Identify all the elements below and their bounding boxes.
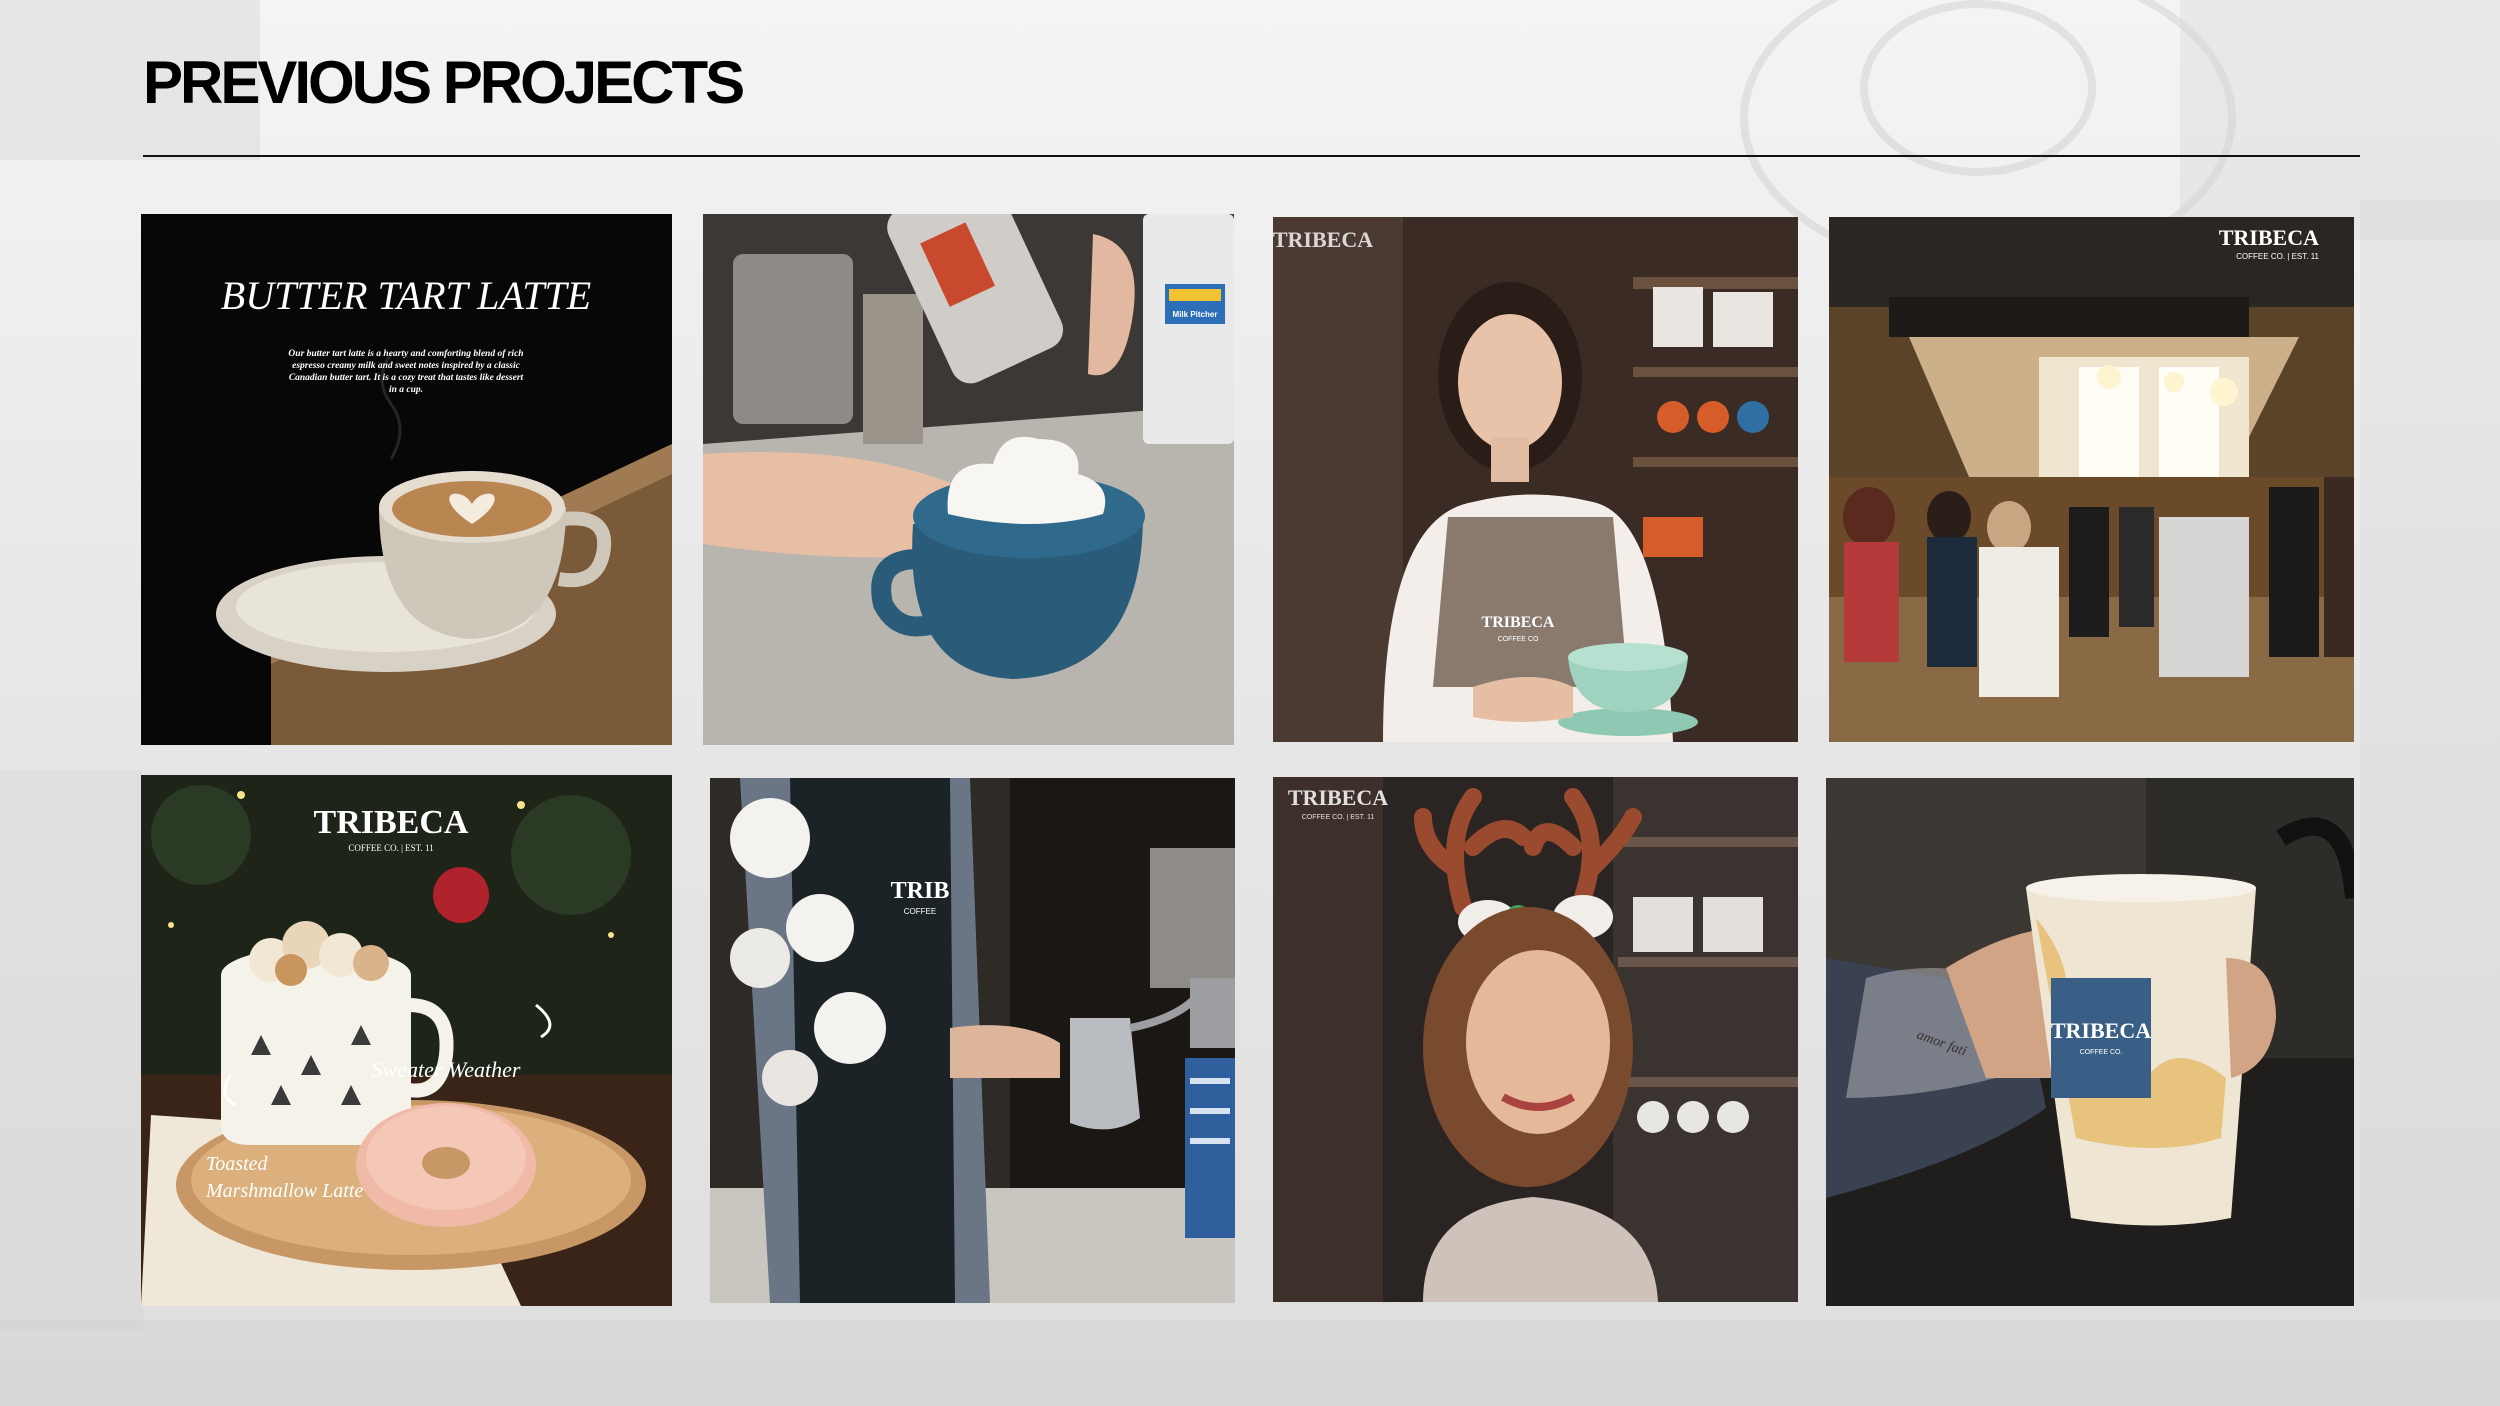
project-tile-reindeer-barista: TRIBECA COFFEE CO. | EST. 11 bbox=[1273, 777, 1798, 1302]
tile-marshmallow-label-left-1: Toasted bbox=[206, 1153, 269, 1175]
title-divider bbox=[143, 155, 2360, 157]
project-tile-steaming-milk: TRIB COFFEE bbox=[710, 778, 1235, 1303]
tile-barista-apron-sub: COFFEE CO bbox=[1498, 636, 1539, 643]
project-tile-marshmallow-latte: TRIBECA COFFEE CO. | EST. 11 Sweater Wea… bbox=[141, 775, 672, 1306]
tile-interior-brand: TRIBECA bbox=[2219, 225, 2319, 250]
tile-barista-apron-brand: TRIBECA bbox=[1482, 614, 1555, 631]
project-tile-whipped-cream: Milk Pitcher bbox=[703, 214, 1234, 745]
tile-marshmallow-brand: TRIBECA bbox=[314, 804, 469, 841]
project-tile-barista: TRIBECA TRIBECA COFFEE CO bbox=[1273, 217, 1798, 742]
page-title: PREVIOUS PROJECTS bbox=[143, 49, 745, 116]
tile-butter-heading: BUTTER TART LATTE bbox=[221, 273, 591, 318]
tile-butter-body-line-1: Our butter tart latte is a hearty and co… bbox=[288, 349, 523, 359]
tile-marshmallow-sub: COFFEE CO. | EST. 11 bbox=[348, 843, 433, 853]
project-tile-cafe-interior: TRIBECA COFFEE CO. | EST. 11 bbox=[1829, 217, 2354, 742]
tile-butter-body-line-2: espresso creamy milk and sweet notes ins… bbox=[292, 361, 521, 371]
tile-reindeer-brand: TRIBECA bbox=[1288, 785, 1388, 810]
tile-iced-cup-sub: COFFEE CO. bbox=[2080, 1049, 2123, 1056]
tile-reindeer-sub: COFFEE CO. | EST. 11 bbox=[1302, 814, 1375, 821]
tile-whipped-pitcher-label: Milk Pitcher bbox=[1173, 310, 1218, 319]
tile-steaming-apron-sub: COFFEE bbox=[904, 907, 936, 916]
tile-interior-sub: COFFEE CO. | EST. 11 bbox=[2236, 252, 2319, 261]
tile-marshmallow-label-left-2: Marshmallow Latte bbox=[205, 1180, 363, 1202]
tile-butter-body-line-4: in a cup. bbox=[389, 385, 423, 395]
tile-marshmallow-label-right: Sweater Weather bbox=[372, 1057, 521, 1082]
project-tile-iced-latte: TRIBECA COFFEE CO. amor fati bbox=[1826, 778, 2354, 1306]
project-tile-butter-tart-latte: BUTTER TART LATTE Our butter tart latte … bbox=[141, 214, 672, 745]
tile-iced-cup-brand: TRIBECA bbox=[2051, 1018, 2151, 1043]
tile-barista-brand-sign: TRIBECA bbox=[1273, 227, 1373, 252]
tile-butter-body-line-3: Canadian butter tart. It is a cozy treat… bbox=[289, 373, 524, 383]
tile-steaming-apron: TRIB bbox=[891, 878, 950, 904]
